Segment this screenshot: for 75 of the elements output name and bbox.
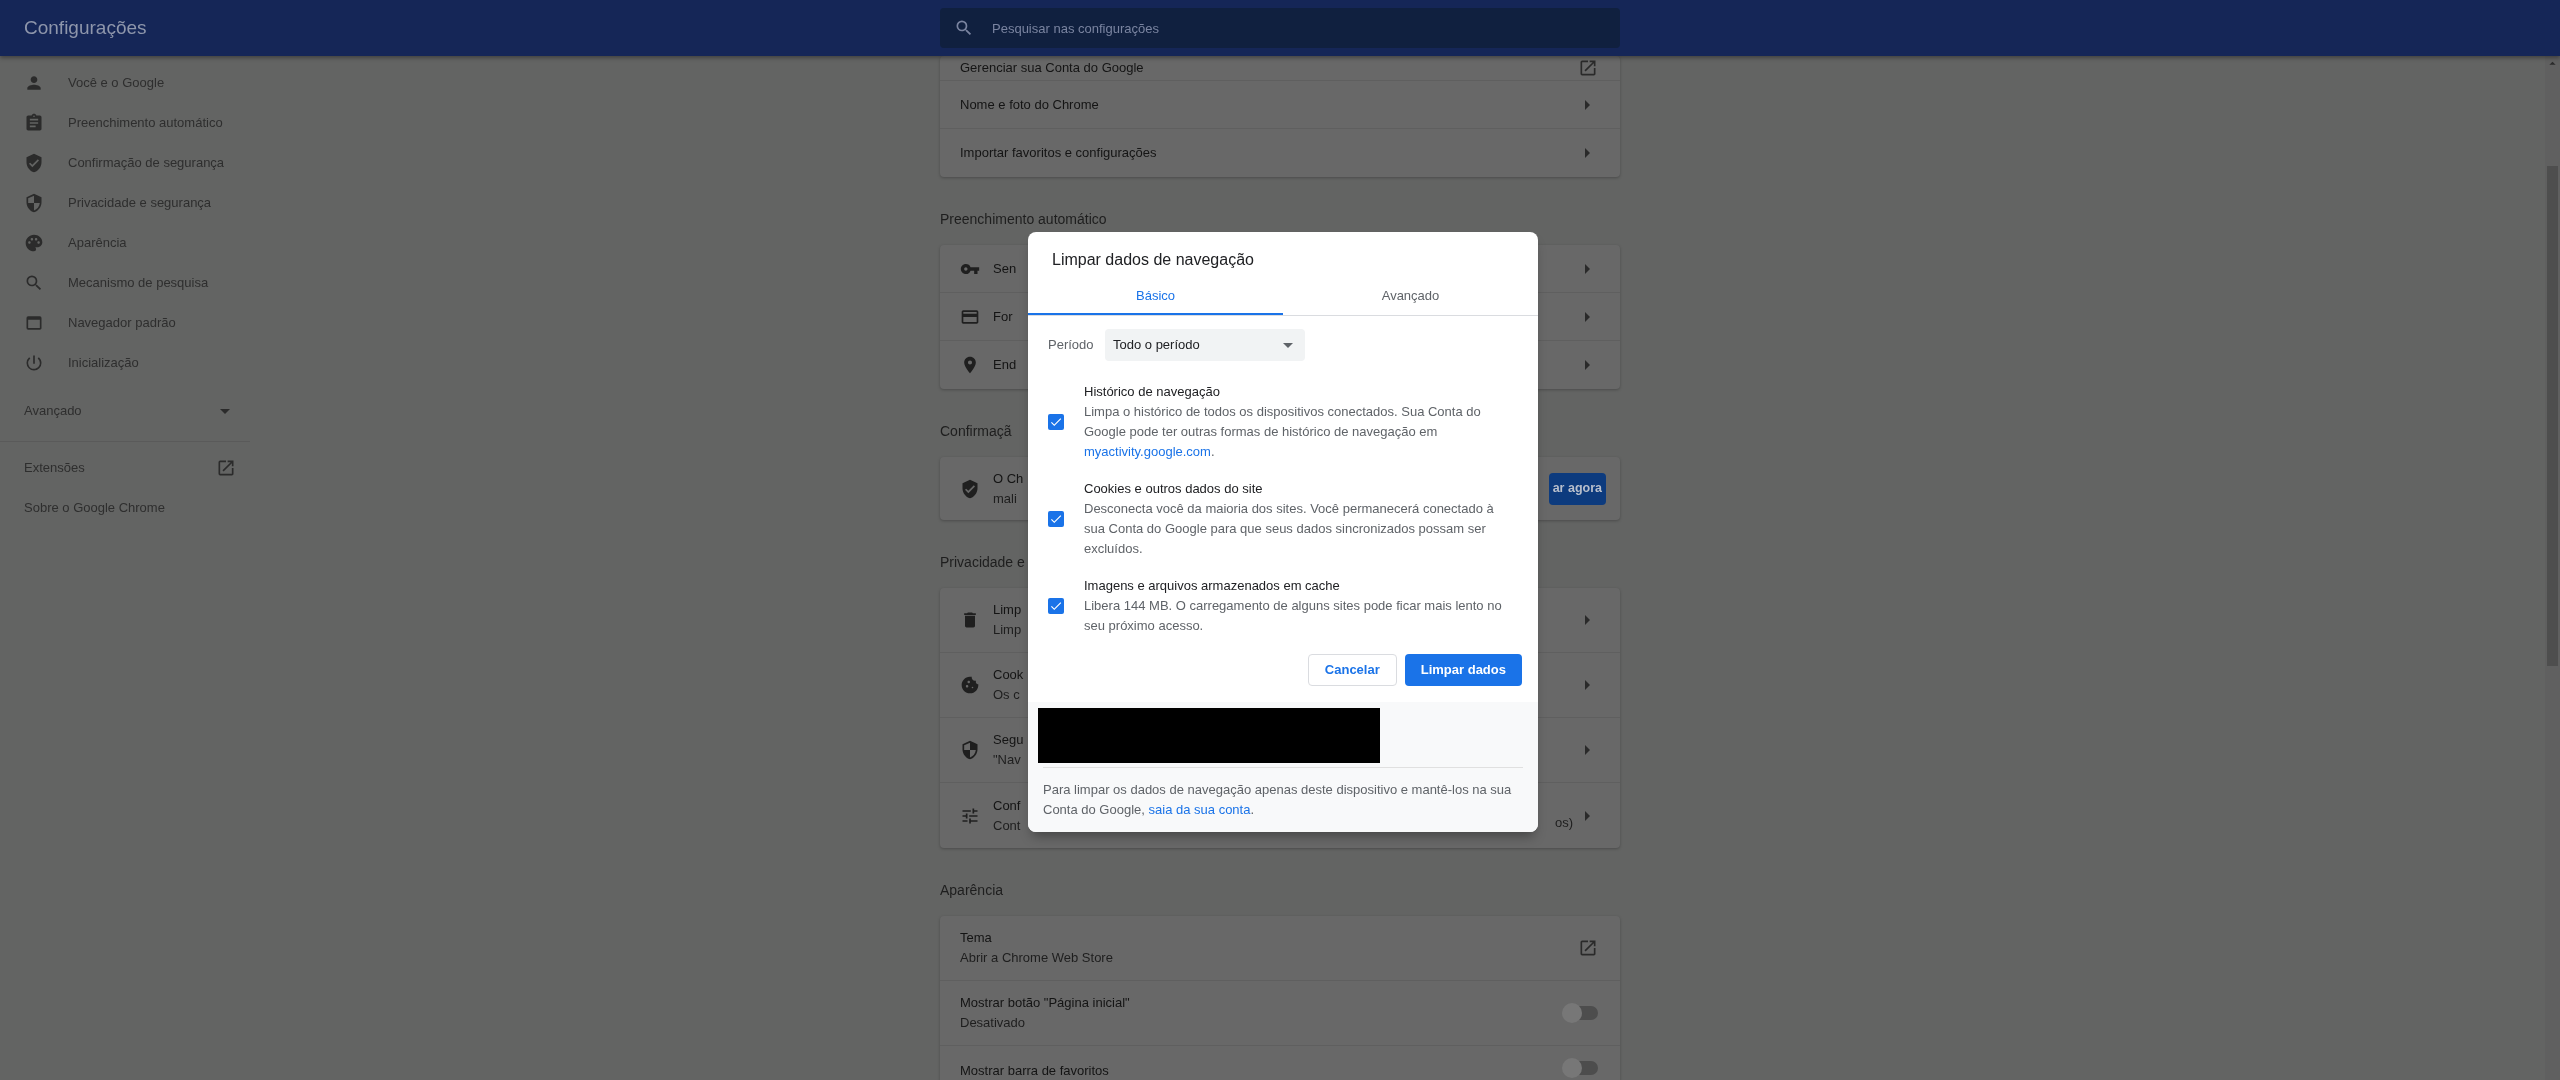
row-title: O Ch	[993, 469, 1024, 488]
palette-icon	[24, 233, 44, 253]
row-title: For	[993, 307, 1013, 326]
link[interactable]: myactivity.google.com	[1084, 444, 1211, 459]
row-subtitle: "Nav	[993, 751, 1021, 769]
option-title: Histórico de navegação	[1084, 383, 1220, 401]
dialog-title: Limpar dados de navegação	[1051, 250, 1255, 270]
row-subtitle: Os c	[993, 686, 1020, 704]
toggle-switch[interactable]	[1564, 1061, 1598, 1075]
section-heading: Aparência	[940, 881, 1004, 900]
option-title: Cookies e outros dados do site	[1084, 480, 1263, 498]
footer-text: Para limpar os dados de navegação apenas deste dispositivo e mantê-los na sua Conta do Google, saia da sua conta.	[1042, 781, 1513, 819]
row-title: Importar favoritos e configurações	[960, 144, 1157, 162]
option-description: Libera 144 MB. O carregamento de alguns sites pode ficar mais lento no seu próximo acesso.	[1084, 597, 1503, 635]
row-subtitle: Desativado	[960, 1014, 1026, 1032]
row-title: Mostrar barra de favoritos	[960, 1062, 1109, 1080]
clipboard-icon	[24, 113, 44, 133]
row-title: Nome e foto do Chrome	[960, 95, 1099, 114]
chevron-right-icon	[1585, 311, 1590, 322]
checkbox[interactable]	[1048, 598, 1064, 614]
shield-icon	[960, 740, 980, 760]
chevron-right-icon	[1585, 99, 1590, 110]
option-description: Desconecta você da maioria dos sites. Você permanecerá conectado à sua Conta do Google para que seus dados sincronizados possam ser excluídos.	[1084, 500, 1495, 558]
row-title: Cook	[993, 666, 1024, 684]
row-subtitle: mali	[993, 489, 1017, 508]
caret-icon	[1283, 342, 1293, 348]
checkbox[interactable]	[1048, 511, 1064, 527]
row-title: Mostrar botão "Página inicial"	[960, 994, 1130, 1012]
row-title: End	[993, 356, 1017, 374]
section-heading: Confirmaçã	[940, 422, 1012, 441]
chevron-right-icon	[1585, 360, 1590, 370]
chevron-right-icon	[1585, 148, 1590, 158]
shield-icon	[24, 193, 44, 213]
chevron-right-icon	[1585, 810, 1590, 821]
row-subtitle: Limp	[993, 621, 1022, 639]
cookie-icon	[960, 675, 980, 695]
option-description: Limpa o histórico de todos os dispositivos conectados. Sua Conta do Google pode ter outras formas de histórico de navegação em myactivity.google.com.	[1084, 403, 1482, 461]
row-title: Sen	[993, 259, 1017, 278]
app-title: Configurações	[24, 15, 147, 40]
browser-window-icon	[24, 313, 44, 333]
row-subtitle: Abrir a Chrome Web Store	[960, 949, 1113, 967]
search-field[interactable]: Pesquisar nas configurações	[940, 8, 1620, 48]
toggle-switch[interactable]	[1564, 1006, 1598, 1020]
row-title: Limp	[993, 601, 1022, 619]
shield-check-icon	[960, 478, 980, 499]
external-link-icon	[1578, 58, 1598, 78]
action-button[interactable]: ar agora	[1548, 472, 1606, 505]
row-title: Tema	[960, 929, 992, 947]
checkbox[interactable]	[1048, 414, 1064, 430]
tab[interactable]: Básico	[1028, 278, 1283, 315]
search-icon	[954, 18, 974, 38]
shield-check-icon	[24, 153, 44, 173]
tab[interactable]: Avançado	[1283, 278, 1538, 315]
row-trailing-text: os)	[1554, 813, 1573, 832]
chevron-right-icon	[1585, 745, 1590, 755]
power-icon	[24, 353, 44, 373]
external-link-icon	[216, 458, 236, 478]
scrollbar[interactable]	[2545, 56, 2560, 1080]
external-link-icon	[1578, 938, 1598, 958]
row-title: Segu	[993, 731, 1024, 749]
option-title: Imagens e arquivos armazenados em cache	[1084, 577, 1340, 595]
chevron-right-icon	[1585, 615, 1590, 625]
row-subtitle: Cont	[993, 816, 1021, 835]
section-heading: Privacidade e	[940, 553, 1025, 572]
period-label: Período	[1048, 336, 1095, 355]
search-icon	[24, 273, 44, 293]
chevron-right-icon	[1585, 680, 1590, 690]
section-heading: Preenchimento automático	[940, 210, 1107, 229]
period-dropdown[interactable]: Todo o período	[1105, 329, 1305, 361]
caret-icon	[220, 408, 230, 414]
primary-button[interactable]: Limpar dados	[1404, 654, 1522, 686]
cancel-button[interactable]: Cancelar	[1307, 654, 1397, 686]
row-title: Conf	[993, 796, 1021, 815]
chevron-right-icon	[1585, 263, 1590, 274]
row-title: Gerenciar sua Conta do Google	[960, 59, 1144, 77]
